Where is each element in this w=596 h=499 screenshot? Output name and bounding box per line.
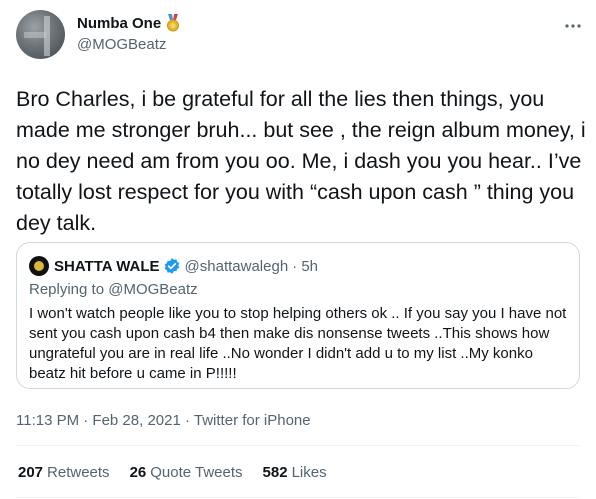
tweet-timestamp[interactable]: 11:13 PM · Feb 28, 2021 · xyxy=(16,412,194,429)
quoted-author-handle: @shattawalegh xyxy=(184,257,289,275)
replying-to-label: Replying to xyxy=(29,281,109,298)
avatar[interactable] xyxy=(16,10,65,59)
tweet-text: Bro Charles, i be grateful for all the l… xyxy=(16,87,586,235)
quote-tweets-stat[interactable]: 26 Quote Tweets xyxy=(130,464,243,481)
quote-tweets-label: Quote Tweets xyxy=(150,464,243,481)
more-options-icon[interactable] xyxy=(562,16,584,32)
likes-label: Likes xyxy=(291,464,327,481)
tweet-header: Numba One @MOGBeatz xyxy=(16,10,586,62)
quoted-tweet-text: I won't watch people like you to stop he… xyxy=(29,305,567,382)
tweet-stats: 207 Retweets 26 Quote Tweets 582 Likes xyxy=(18,464,347,481)
tweet-card: Numba One @MOGBeatz Bro Charles, i be gr… xyxy=(0,0,596,499)
author-name[interactable]: Numba One xyxy=(77,15,161,32)
medal-icon xyxy=(165,14,181,32)
tweet-source[interactable]: Twitter for iPhone xyxy=(194,412,311,429)
retweets-stat[interactable]: 207 Retweets xyxy=(18,464,110,481)
quoted-author-name: SHATTA WALE xyxy=(54,257,160,275)
quoted-avatar xyxy=(29,256,49,276)
quoted-tweet[interactable]: SHATTA WALE @shattawalegh · 5h Replying … xyxy=(16,242,580,389)
likes-stat[interactable]: 582 Likes xyxy=(263,464,327,481)
quoted-tweet-header: SHATTA WALE @shattawalegh · 5h xyxy=(29,256,318,276)
author-handle[interactable]: @MOGBeatz xyxy=(77,36,166,53)
replying-to: Replying to @MOGBeatz xyxy=(29,281,198,298)
author-name-row: Numba One xyxy=(77,14,181,32)
retweets-count: 207 xyxy=(18,464,44,481)
tweet-meta: 11:13 PM · Feb 28, 2021 · Twitter for iP… xyxy=(16,412,311,429)
divider xyxy=(16,497,580,498)
likes-count: 582 xyxy=(262,464,288,481)
quote-tweets-count: 26 xyxy=(129,464,147,481)
divider xyxy=(16,445,580,446)
quoted-tweet-time: · 5h xyxy=(292,257,319,275)
replying-to-mention[interactable]: @MOGBeatz xyxy=(108,281,197,298)
retweets-label: Retweets xyxy=(47,464,110,481)
verified-badge-icon xyxy=(163,257,181,275)
